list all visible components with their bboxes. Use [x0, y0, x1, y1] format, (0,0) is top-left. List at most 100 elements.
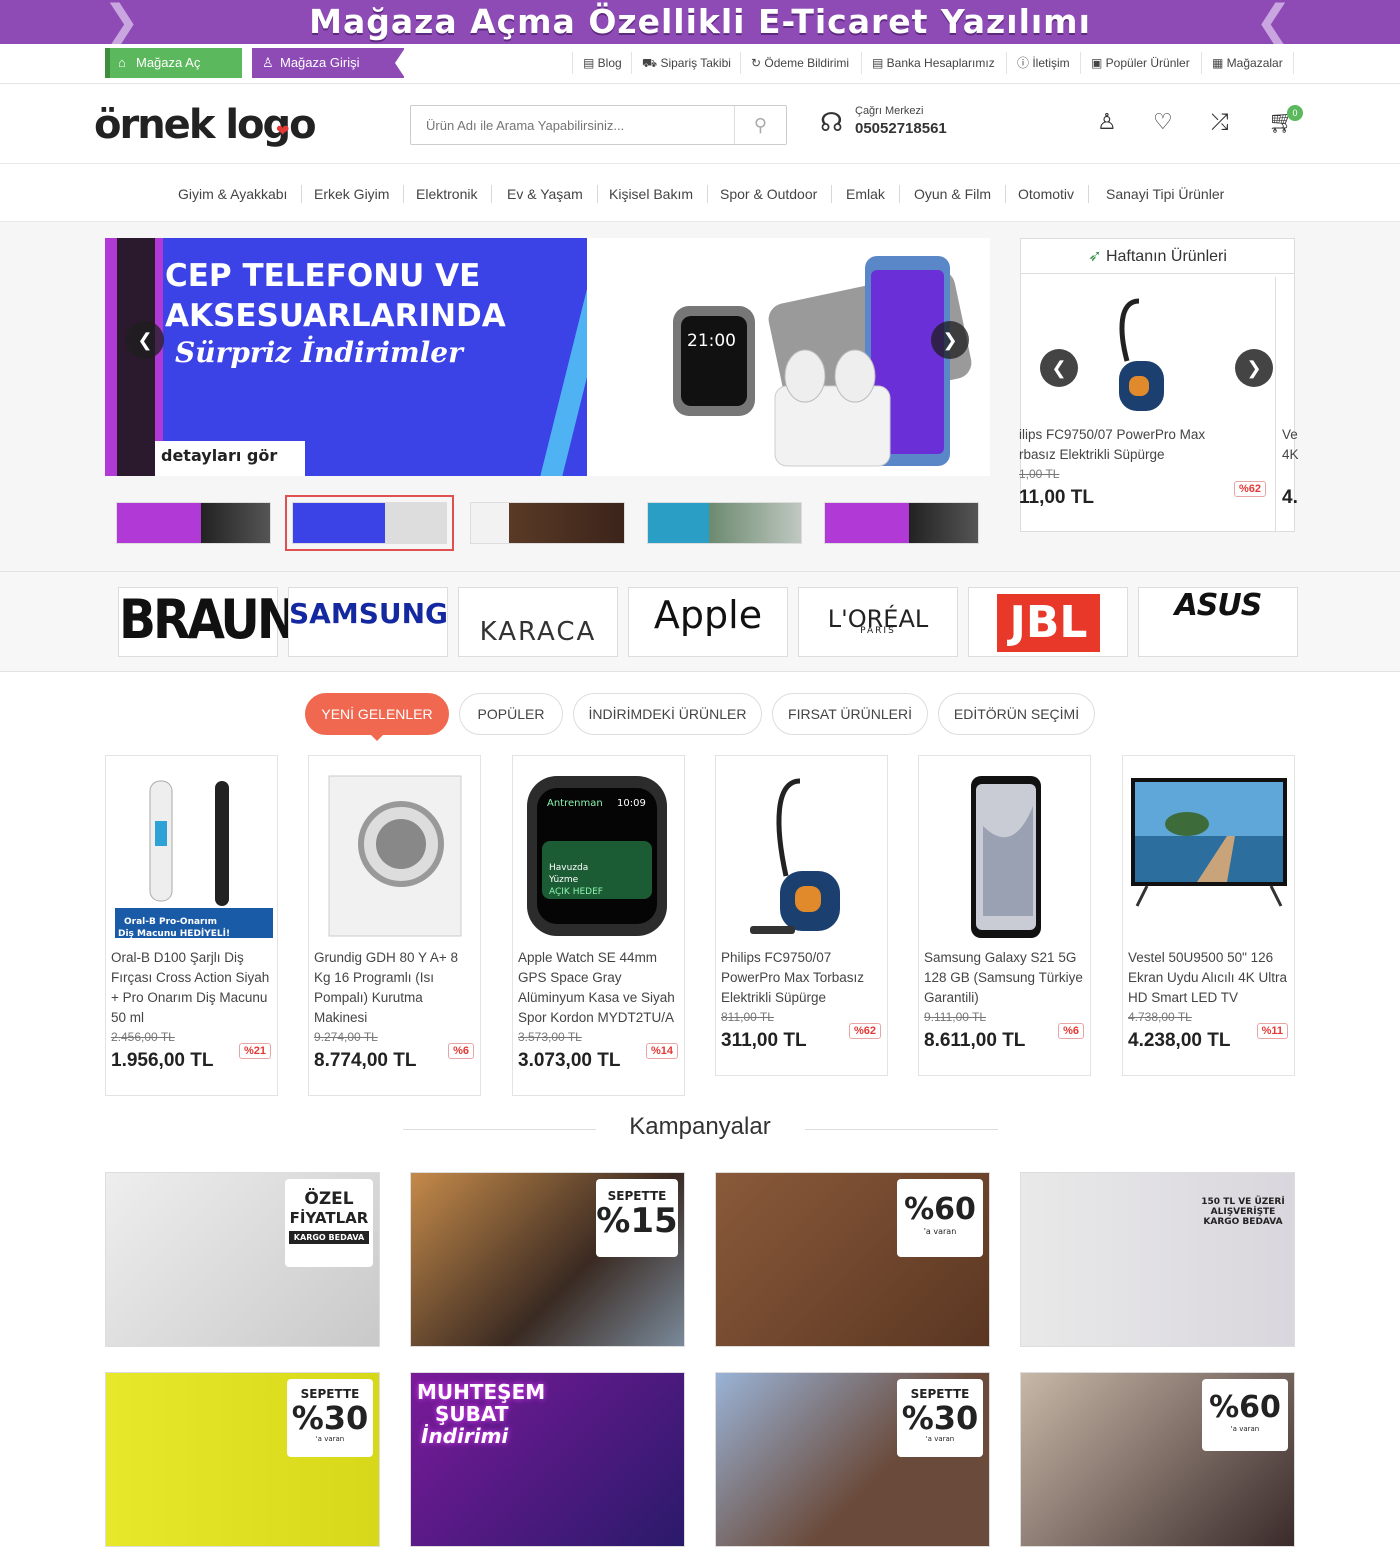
slide-thumb-1[interactable] [116, 502, 271, 544]
weekly-product-name[interactable]: ilips FC9750/07 PowerPro Max rbasız Elekt… [1019, 425, 1237, 465]
slide-thumb-5[interactable] [824, 502, 979, 544]
brand-loreal[interactable]: L'ORÉAL PARIS [798, 587, 958, 657]
hero-prev-button[interactable]: ❮ [126, 321, 164, 359]
hero-heading: CEP TELEFONU VE AKSESUARLARINDA [165, 258, 506, 334]
nav-item-real-estate[interactable]: Emlak [832, 185, 900, 203]
campaign-banner[interactable]: %60 'a varan [715, 1172, 990, 1347]
search-icon: ⚲ [753, 115, 768, 135]
campaign-banner[interactable]: SEPETTE %30 'a varan [715, 1372, 990, 1547]
search-button[interactable]: ⚲ [734, 106, 786, 144]
product-name[interactable]: Vestel 50U9500 50" 126 Ekran Uydu Alıcıl… [1128, 948, 1290, 1008]
product-card[interactable]: Grundig GDH 80 Y A+ 8 Kg 16 Programlı (I… [308, 755, 481, 1096]
product-old-price: 9.111,00 TL [924, 1010, 987, 1024]
topbar-link-order-tracking[interactable]: ⛟ Sipariş Takibi [631, 52, 741, 74]
weekly-next-peek: Ve 4K [1282, 427, 1299, 462]
product-image [750, 778, 840, 934]
product-name[interactable]: Samsung Galaxy S21 5G 128 GB (Samsung Tü… [924, 948, 1086, 1008]
product-card[interactable]: Oral-B Pro-Onarım Diş Macunu HEDİYELİ! O… [105, 755, 278, 1096]
topbar-link-payment[interactable]: ↻ Ödeme Bildirimi [740, 52, 859, 74]
campaign-label: SEPETTE %15 [596, 1179, 678, 1257]
campaign-banner[interactable]: 150 TL VE ÜZERİ ALIŞVERİŞTE KARGO BEDAVA [1020, 1172, 1295, 1347]
product-name[interactable]: Apple Watch SE 44mm GPS Space Gray Alümi… [518, 948, 680, 1028]
brand-karaca[interactable]: KARACA [458, 587, 618, 657]
hero-next-button[interactable]: ❯ [931, 321, 969, 359]
campaign-banner[interactable]: SEPETTE %30 'a varan [105, 1372, 380, 1547]
product-name[interactable]: Philips FC9750/07 PowerPro Max Torbasız … [721, 948, 883, 1008]
callcenter-phone[interactable]: 05052718561 [855, 120, 947, 137]
product-discount-badge: %14 [645, 1043, 678, 1059]
chevron-left-icon: ❮ [137, 330, 153, 350]
tab-editors-choice[interactable]: EDİTÖRÜN SEÇİMİ [938, 693, 1095, 735]
product-price: 8.774,00 TL [314, 1050, 417, 1071]
tab-deals[interactable]: FIRSAT ÜRÜNLERİ [772, 693, 928, 735]
nav-item-electronics[interactable]: Elektronik [402, 185, 493, 203]
compare-icon[interactable]: ⤮ [1211, 110, 1229, 135]
header: örnek logo ❤ ⚲ ☊ Çağrı Merkezi 050527185… [0, 84, 1400, 164]
topbar-link-contact[interactable]: ⓘ İletişim [1006, 52, 1080, 74]
weekly-divider [1275, 277, 1276, 531]
account-icon[interactable]: ♙ [1097, 110, 1117, 135]
tab-new-arrivals[interactable]: YENİ GELENLER [305, 693, 449, 741]
nav-item-clothing-shoes[interactable]: Giyim & Ayakkabı [164, 185, 303, 203]
product-price: 311,00 TL [721, 1030, 807, 1051]
nav-item-industrial[interactable]: Sanayi Tipi Ürünler [1092, 185, 1238, 203]
svg-text:Yüzme: Yüzme [548, 875, 579, 885]
nav-item-home-living[interactable]: Ev & Yaşam [493, 185, 598, 203]
slide-thumb-3[interactable] [470, 502, 625, 544]
product-old-price: 4.738,00 TL [1128, 1010, 1192, 1024]
topbar-link-stores[interactable]: ▦ Mağazalar [1201, 52, 1294, 74]
campaigns-title: Kampanyalar [629, 1113, 771, 1140]
topbar-link-popular[interactable]: ▣ Popüler Ürünler [1080, 52, 1200, 74]
weekly-next-button[interactable]: ❯ [1235, 349, 1273, 387]
search-input[interactable] [411, 106, 731, 144]
tab-popular[interactable]: POPÜLER [459, 693, 563, 735]
hero-slider[interactable]: CEP TELEFONU VE AKSESUARLARINDA Sürpriz İ… [105, 238, 990, 476]
weekly-product-image[interactable] [1099, 291, 1179, 416]
weekly-title: Haftanın Ürünleri [1105, 248, 1227, 265]
headset-icon: ☊ [820, 108, 844, 138]
topbar-link-blog[interactable]: ▤ Blog [572, 52, 632, 74]
product-card[interactable]: Vestel 50U9500 50" 126 Ekran Uydu Alıcıl… [1122, 755, 1295, 1076]
campaign-banner[interactable]: SEPETTE %15 [410, 1172, 685, 1347]
nav-item-men[interactable]: Erkek Giyim [300, 185, 405, 203]
campaign-label: MUHTEŞEM ŞUBAT İndirimi [417, 1380, 546, 1448]
product-card[interactable]: Samsung Galaxy S21 5G 128 GB (Samsung Tü… [918, 755, 1091, 1076]
hero-cta[interactable]: detayları gör [161, 446, 277, 465]
open-store-button[interactable]: ⌂ Mağaza Aç [105, 48, 242, 78]
promo-banner[interactable]: ❯ Mağaza Açma Özellikli E-Ticaret Yazılı… [0, 0, 1400, 44]
brand-asus[interactable]: ASUS [1138, 587, 1298, 657]
wishlist-icon[interactable]: ♡ [1153, 110, 1173, 135]
campaign-banner[interactable]: ÖZEL FİYATLAR KARGO BEDAVA [105, 1172, 380, 1347]
product-image [971, 776, 1041, 938]
store-login-label: Mağaza Girişi [280, 55, 360, 70]
product-card[interactable]: Philips FC9750/07 PowerPro Max Torbasız … [715, 755, 888, 1076]
product-card[interactable]: Antrenman 10:09 Havuzda Yüzme AÇIK HEDEF… [512, 755, 685, 1096]
chevron-left-icon: ❮ [1255, 0, 1292, 44]
brand-samsung[interactable]: SAMSUNG [288, 587, 448, 657]
topbar-link-banks[interactable]: ▤ Banka Hesaplarımız [861, 52, 1005, 74]
svg-text:Diş Macunu HEDİYELİ!: Diş Macunu HEDİYELİ! [118, 928, 230, 938]
nav-item-sports[interactable]: Spor & Outdoor [706, 185, 833, 203]
nav-item-automotive[interactable]: Otomotiv [1004, 185, 1090, 203]
campaign-banner[interactable]: %60 'a varan [1020, 1372, 1295, 1547]
product-name[interactable]: Oral-B D100 Şarjlı Diş Fırçası Cross Act… [111, 948, 273, 1028]
nav-item-personal-care[interactable]: Kişisel Bakım [595, 185, 709, 203]
product-image [1131, 778, 1287, 907]
tab-discounted[interactable]: İNDİRİMDEKİ ÜRÜNLER [573, 693, 762, 735]
campaign-banner[interactable]: MUHTEŞEM ŞUBAT İndirimi [410, 1372, 685, 1547]
weekly-prev-button[interactable]: ❮ [1040, 349, 1078, 387]
product-image: Antrenman 10:09 Havuzda Yüzme AÇIK HEDEF [527, 776, 667, 936]
brand-apple[interactable]: Apple [628, 587, 788, 657]
brand-braun[interactable]: BRAUN [118, 587, 297, 657]
slide-thumb-4[interactable] [647, 502, 802, 544]
product-discount-badge: %11 [1256, 1023, 1288, 1039]
product-old-price: 3.573,00 TL [518, 1030, 582, 1044]
store-login-button[interactable]: ♙ Mağaza Girişi [252, 48, 405, 78]
brand-jbl[interactable]: JBL [968, 587, 1128, 657]
weekly-old-price: 1,00 TL [1019, 467, 1060, 481]
nav-item-games-film[interactable]: Oyun & Film [900, 185, 1007, 203]
product-name[interactable]: Grundig GDH 80 Y A+ 8 Kg 16 Programlı (I… [314, 948, 476, 1028]
slide-thumb-2[interactable] [285, 495, 454, 551]
chevron-left-icon: ❮ [1051, 358, 1067, 378]
watch-time: 21:00 [687, 331, 736, 351]
